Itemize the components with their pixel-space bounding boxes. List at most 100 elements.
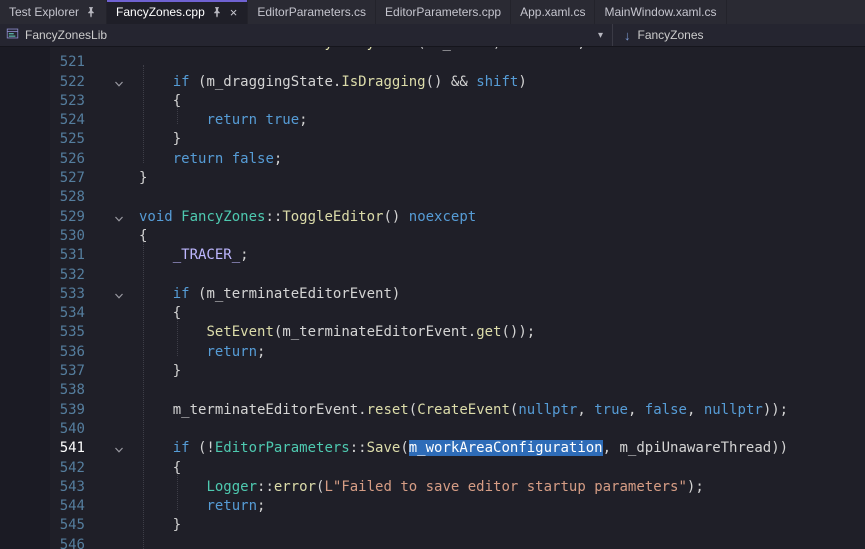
fold-margin	[85, 208, 139, 227]
fold-chevron-icon[interactable]	[113, 290, 125, 302]
line-number: 539	[0, 401, 85, 420]
code-line[interactable]: 522 if (m_draggingState.IsDragging() && …	[0, 73, 865, 92]
code-line[interactable]: 541 if (!EditorParameters::Save(m_workAr…	[0, 439, 865, 458]
code-line[interactable]: 528	[0, 188, 865, 207]
fold-margin	[85, 439, 139, 458]
pin-icon[interactable]	[85, 6, 97, 18]
code-line[interactable]: 534 {	[0, 304, 865, 323]
line-number: 541	[0, 439, 85, 458]
code-text: return;	[139, 497, 265, 516]
fold-margin	[85, 459, 139, 478]
code-line[interactable]: 525 }	[0, 130, 865, 149]
fold-margin	[85, 266, 139, 285]
code-line[interactable]: 546	[0, 536, 865, 549]
code-line[interactable]: 527}	[0, 169, 865, 188]
pin-icon[interactable]	[211, 6, 223, 18]
code-line[interactable]: 531 _TRACER_;	[0, 246, 865, 265]
project-dropdown[interactable]: FancyZonesLib ▾	[0, 24, 612, 46]
code-line[interactable]: 523 {	[0, 92, 865, 111]
code-text: {	[139, 92, 181, 111]
project-icon	[6, 27, 19, 43]
fold-margin	[85, 401, 139, 420]
line-number: 535	[0, 323, 85, 342]
code-line[interactable]: 539 m_terminateEditorEvent.reset(CreateE…	[0, 401, 865, 420]
fold-margin	[85, 381, 139, 400]
tab-label: MainWindow.xaml.cs	[604, 5, 716, 19]
line-number: 533	[0, 285, 85, 304]
tab-label: EditorParameters.cs	[257, 5, 366, 19]
code-line[interactable]: 536 return;	[0, 343, 865, 362]
code-text: {	[139, 304, 181, 323]
tab-fancyzones-cpp[interactable]: FancyZones.cpp ×	[107, 0, 248, 24]
selected-text: m_workAreaConfiguration	[409, 440, 603, 456]
line-number: 544	[0, 497, 85, 516]
code-line[interactable]: 526 return false;	[0, 150, 865, 169]
fold-margin	[85, 304, 139, 323]
vs-editor-window: Test Explorer FancyZones.cpp × EditorParame…	[0, 0, 865, 549]
tab-app-xaml-cs[interactable]: App.xaml.cs	[511, 0, 595, 24]
line-number: 525	[0, 130, 85, 149]
code-line[interactable]: 545 }	[0, 516, 865, 535]
line-number: 543	[0, 478, 85, 497]
fold-margin	[85, 497, 139, 516]
tab-editorparameters-cs[interactable]: EditorParameters.cs	[248, 0, 376, 24]
code-editor[interactable]: 520 bool shift = GetAsyncKeyState(VK_SHI…	[0, 47, 865, 549]
fold-margin	[85, 478, 139, 497]
fold-margin	[85, 188, 139, 207]
fold-chevron-icon[interactable]	[113, 78, 125, 90]
fold-chevron-icon[interactable]	[113, 213, 125, 225]
line-number: 530	[0, 227, 85, 246]
code-text: _TRACER_;	[139, 246, 249, 265]
line-number: 546	[0, 536, 85, 549]
code-line[interactable]: 524 return true;	[0, 111, 865, 130]
code-text: if (m_terminateEditorEvent)	[139, 285, 400, 304]
code-text: }	[139, 169, 147, 188]
navigation-bar: FancyZonesLib ▾ ↓ FancyZones	[0, 24, 865, 47]
tab-editorparameters-cpp[interactable]: EditorParameters.cpp	[376, 0, 511, 24]
line-number: 522	[0, 73, 85, 92]
code-line[interactable]: 535 SetEvent(m_terminateEditorEvent.get(…	[0, 323, 865, 342]
code-line[interactable]: 537 }	[0, 362, 865, 381]
code-line[interactable]: 544 return;	[0, 497, 865, 516]
line-number: 531	[0, 246, 85, 265]
close-icon[interactable]: ×	[229, 6, 239, 19]
code-line[interactable]: 529 void FancyZones::ToggleEditor() noexc…	[0, 208, 865, 227]
code-line[interactable]: 540	[0, 420, 865, 439]
line-number: 524	[0, 111, 85, 130]
code-line[interactable]: 538	[0, 381, 865, 400]
fold-margin	[85, 92, 139, 111]
line-number: 545	[0, 516, 85, 535]
tab-label: Test Explorer	[9, 5, 79, 19]
line-number: 537	[0, 362, 85, 381]
code-text: SetEvent(m_terminateEditorEvent.get());	[139, 323, 535, 342]
line-number: 528	[0, 188, 85, 207]
code-line[interactable]: 532	[0, 266, 865, 285]
code-line[interactable]: 530{	[0, 227, 865, 246]
chevron-down-icon: ▾	[598, 30, 603, 41]
member-navigation-icon: ↓	[624, 29, 631, 42]
member-name-label: FancyZones	[638, 28, 704, 42]
fold-margin	[85, 130, 139, 149]
tab-mainwindow-xaml-cs[interactable]: MainWindow.xaml.cs	[595, 0, 726, 24]
code-line[interactable]: 521	[0, 53, 865, 72]
code-text: }	[139, 130, 181, 149]
code-text: if (!EditorParameters::Save(m_workAreaCo…	[139, 439, 788, 458]
code-line[interactable]: 533 if (m_terminateEditorEvent)	[0, 285, 865, 304]
tab-bar: Test Explorer FancyZones.cpp × EditorParame…	[0, 0, 865, 24]
member-dropdown[interactable]: ↓ FancyZones	[613, 24, 865, 46]
code-text: }	[139, 362, 181, 381]
project-name-label: FancyZonesLib	[25, 28, 107, 42]
fold-margin	[85, 420, 139, 439]
line-number: 526	[0, 150, 85, 169]
code-text: m_terminateEditorEvent.reset(CreateEvent…	[139, 401, 788, 420]
code-text: void FancyZones::ToggleEditor() noexcept	[139, 208, 476, 227]
line-number: 529	[0, 208, 85, 227]
fold-chevron-icon[interactable]	[113, 444, 125, 456]
line-number: 536	[0, 343, 85, 362]
code-text: return true;	[139, 111, 308, 130]
tab-label: FancyZones.cpp	[116, 5, 205, 19]
code-line[interactable]: 543 Logger::error(L"Failed to save edito…	[0, 478, 865, 497]
code-line[interactable]: 542 {	[0, 459, 865, 478]
fold-margin	[85, 323, 139, 342]
tab-test-explorer[interactable]: Test Explorer	[0, 0, 107, 24]
